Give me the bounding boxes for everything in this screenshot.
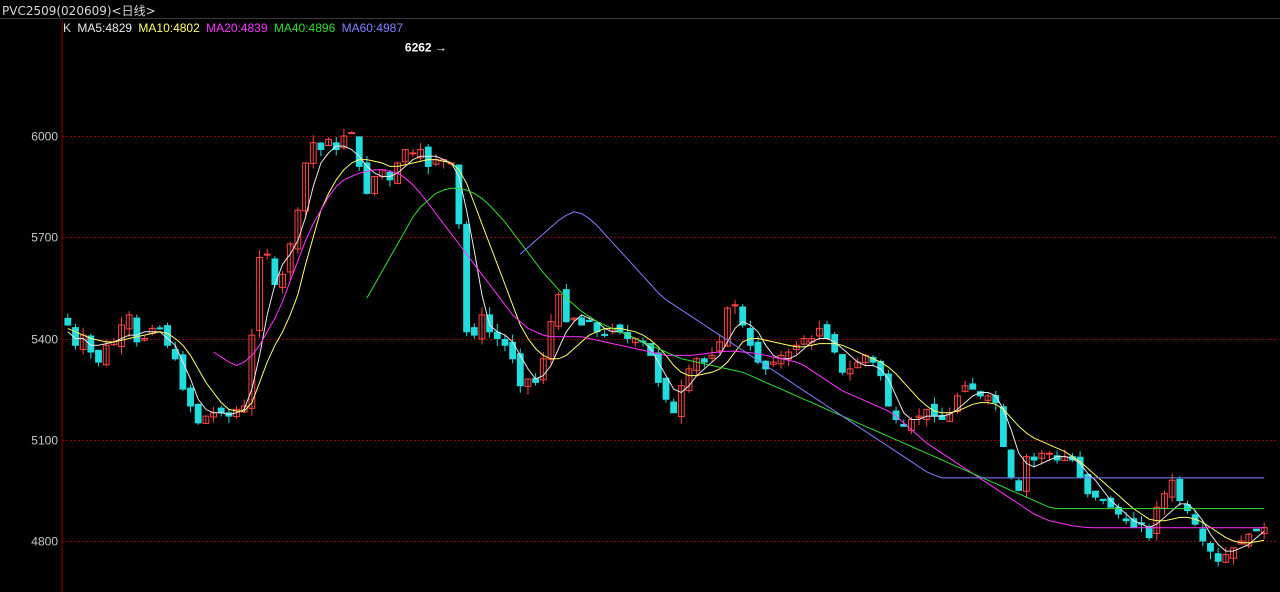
candle-down bbox=[1000, 406, 1007, 447]
candle-down bbox=[578, 317, 586, 326]
candle-down bbox=[1122, 518, 1130, 522]
candle-down bbox=[670, 401, 678, 414]
candle-down bbox=[1253, 528, 1260, 532]
candle-up bbox=[348, 132, 355, 135]
candle-down bbox=[700, 358, 708, 363]
candle-down bbox=[969, 383, 977, 390]
candle-down bbox=[271, 258, 279, 286]
ma-line-ma20 bbox=[213, 169, 1265, 529]
candle-down bbox=[838, 354, 846, 373]
y-tick-label: 5700 bbox=[31, 231, 58, 245]
candle-down bbox=[1030, 456, 1038, 461]
candle-up bbox=[263, 253, 271, 256]
candle-down bbox=[463, 223, 471, 333]
candle-down bbox=[156, 327, 164, 330]
candle-down bbox=[194, 403, 202, 424]
candle-down bbox=[355, 136, 363, 167]
candle-up bbox=[1046, 452, 1053, 455]
extreme-label: 6262 → bbox=[405, 41, 447, 55]
candle-down bbox=[1145, 526, 1153, 539]
y-tick-label: 5400 bbox=[31, 333, 58, 347]
candle-down bbox=[1099, 498, 1107, 501]
candle-down bbox=[187, 387, 194, 407]
y-tick-label: 6000 bbox=[31, 130, 58, 144]
candlestick-chart[interactable]: 480051005400570060006262 →4700 → bbox=[0, 0, 1280, 592]
candle-down bbox=[179, 354, 187, 390]
candle-down bbox=[1207, 543, 1214, 552]
candle-down bbox=[64, 317, 72, 326]
candle-down bbox=[746, 327, 754, 346]
candle-down bbox=[601, 333, 609, 336]
candle-down bbox=[1092, 490, 1099, 498]
candle-down bbox=[470, 327, 478, 336]
candle-down bbox=[654, 352, 662, 383]
candle-down bbox=[95, 349, 102, 363]
candle-down bbox=[164, 325, 171, 346]
candle-down bbox=[1176, 478, 1184, 501]
candle-down bbox=[1199, 528, 1207, 542]
candle-down bbox=[562, 289, 570, 323]
candle-up bbox=[409, 152, 417, 155]
candle-down bbox=[317, 142, 325, 151]
candle-down bbox=[217, 407, 225, 414]
candle-down bbox=[1214, 553, 1222, 562]
candle-down bbox=[1007, 449, 1015, 478]
candle-down bbox=[662, 377, 670, 400]
candle-down bbox=[823, 324, 831, 339]
y-tick-label: 5100 bbox=[31, 434, 58, 448]
candle-down bbox=[501, 338, 509, 346]
candle-down bbox=[133, 317, 141, 343]
candle-down bbox=[1015, 480, 1023, 491]
y-tick-label: 4800 bbox=[31, 535, 58, 549]
ma-line-ma40 bbox=[366, 187, 1265, 510]
candle-down bbox=[585, 319, 593, 323]
candle-down bbox=[1130, 518, 1138, 528]
